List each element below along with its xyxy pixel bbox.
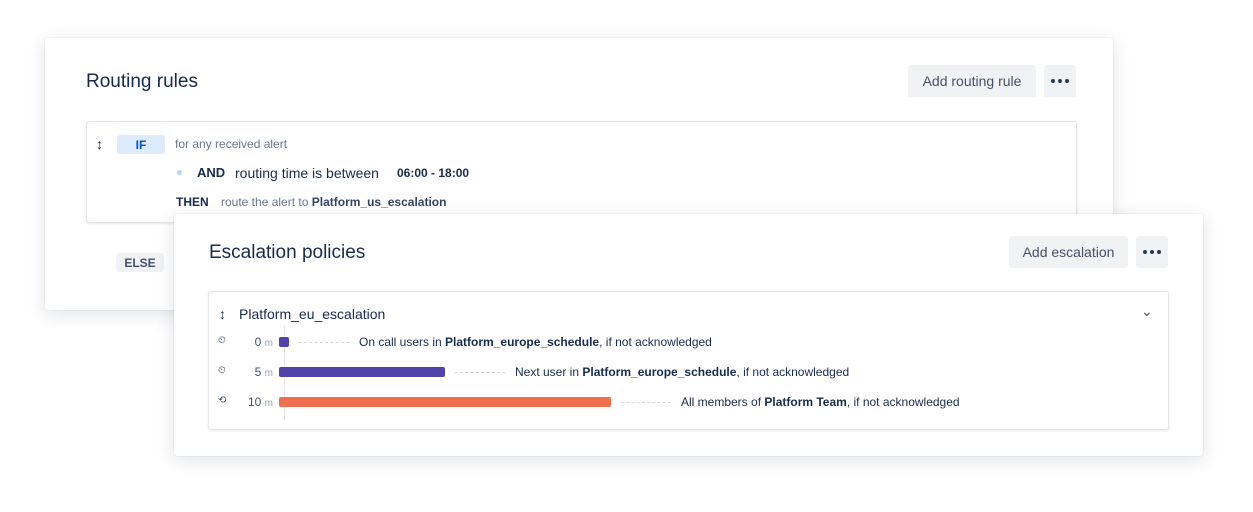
add-routing-rule-button[interactable]: Add routing rule [908,65,1036,97]
timer-icon: ⏲ [218,365,226,376]
connector-line [621,402,671,403]
escalation-policies-card: Escalation policies Add escalation ↕ Pla… [174,214,1203,456]
step-description: On call users in Platform_europe_schedul… [359,335,712,349]
step-description: Next user in Platform_europe_schedule, i… [515,365,850,379]
escalation-policies-title: Escalation policies [209,242,366,263]
time-range: 06:00 - 18:00 [397,166,470,180]
step-description: All members of Platform Team, if not ack… [681,395,960,409]
timer-icon: ⏲ [218,335,226,346]
bullet-icon [177,170,182,175]
step-delay: 5 m [254,365,273,379]
routing-rule[interactable]: ↕ IF for any received alert AND routing … [86,121,1077,223]
and-label: AND [197,165,226,180]
step-delay-bar [279,337,289,347]
else-lozenge: ELSE [116,253,164,272]
routing-rules-title: Routing rules [86,71,198,92]
drag-handle-icon[interactable]: ↕ [96,136,103,152]
then-text: route the alert to [221,195,309,209]
step-delay: 0 m [254,335,273,349]
then-target[interactable]: Platform_us_escalation [312,195,447,209]
team-icon: ⟲ [218,395,227,406]
connector-line [455,372,505,373]
then-label: THEN [176,195,209,209]
if-condition: for any received alert [175,137,288,151]
step-delay-bar [279,367,445,377]
more-actions-button[interactable] [1136,236,1168,268]
drag-handle-icon[interactable]: ↕ [219,306,226,322]
policy-name: Platform_eu_escalation [239,306,386,322]
connector-line [299,342,349,343]
add-escalation-button[interactable]: Add escalation [1009,236,1128,268]
step-delay-bar [279,397,611,407]
escalation-policy[interactable]: ↕ Platform_eu_escalation ⌄ ⏲ 0 m On call… [208,291,1169,430]
and-condition: routing time is between [235,165,379,181]
chevron-down-icon[interactable]: ⌄ [1141,303,1153,320]
more-actions-button[interactable] [1044,65,1076,97]
step-delay: 10 m [247,395,273,409]
if-lozenge: IF [117,135,165,154]
